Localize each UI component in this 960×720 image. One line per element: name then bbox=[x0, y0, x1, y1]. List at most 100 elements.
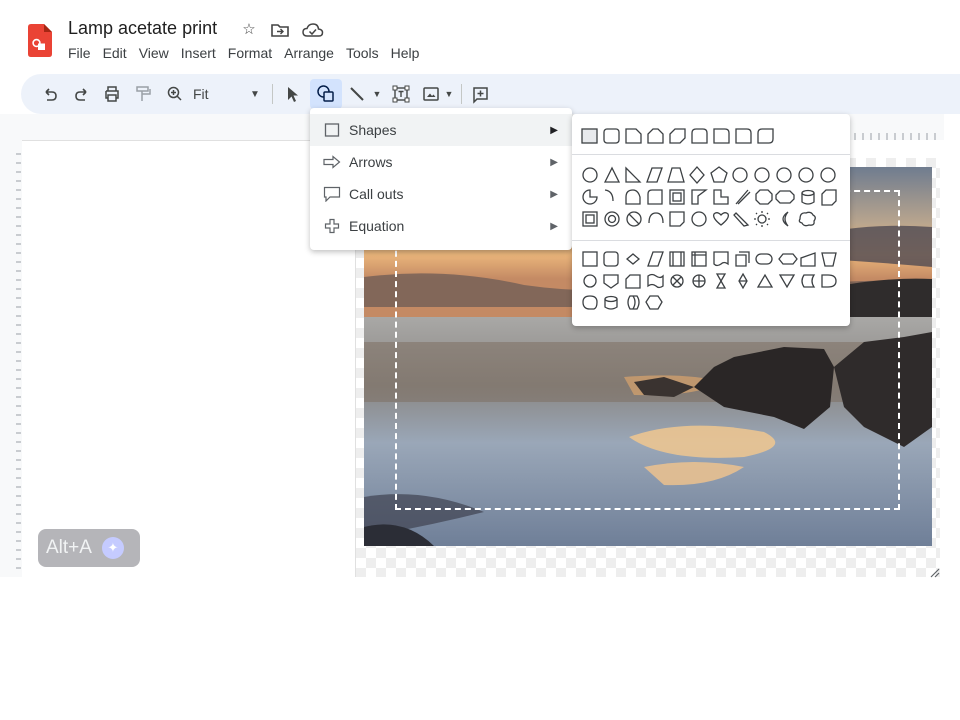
can-shape-icon[interactable] bbox=[801, 189, 815, 197]
menu-file[interactable]: File bbox=[68, 45, 91, 61]
flowchart-display-icon[interactable] bbox=[645, 295, 663, 310]
submenu-arrow-icon: ▶ bbox=[550, 220, 558, 232]
smiley-face-shape-icon[interactable] bbox=[691, 211, 707, 227]
diagonal-stripe-shape-icon[interactable] bbox=[735, 189, 751, 205]
round-diagonal-shape-icon[interactable] bbox=[757, 128, 774, 144]
zoom-icon[interactable] bbox=[164, 74, 184, 114]
flowchart-connector-icon[interactable] bbox=[583, 274, 597, 288]
menu-tools[interactable]: Tools bbox=[346, 45, 379, 61]
flowchart-terminator-icon[interactable] bbox=[755, 253, 773, 265]
menu-item-equation[interactable]: Equation ▶ bbox=[310, 210, 572, 242]
flowchart-alternate-process-icon[interactable] bbox=[603, 251, 619, 267]
flowchart-sort-icon[interactable] bbox=[738, 272, 748, 290]
select-icon[interactable] bbox=[280, 74, 304, 114]
flowchart-extract-icon[interactable] bbox=[756, 273, 774, 288]
redo-icon[interactable] bbox=[69, 74, 89, 114]
right-triangle-shape-icon[interactable] bbox=[625, 166, 642, 183]
snip-diagonal-shape-icon[interactable] bbox=[669, 128, 686, 144]
square-outline-icon bbox=[323, 122, 341, 138]
flowchart-merge-icon[interactable] bbox=[778, 274, 796, 289]
folded-corner-shape-icon[interactable] bbox=[669, 211, 685, 227]
donut-shape-icon[interactable] bbox=[604, 211, 620, 227]
heart-shape-icon[interactable] bbox=[713, 212, 729, 226]
pentagon-shape-icon[interactable] bbox=[710, 166, 728, 183]
decagon-shape-icon[interactable] bbox=[798, 167, 814, 183]
heptagon-shape-icon[interactable] bbox=[754, 167, 770, 183]
drawings-logo-icon[interactable] bbox=[28, 24, 52, 57]
flowchart-internal-storage-icon[interactable] bbox=[691, 251, 707, 267]
hexagon-shape-icon[interactable] bbox=[732, 167, 748, 183]
menu-arrange[interactable]: Arrange bbox=[284, 45, 334, 61]
flowchart-stored-data-icon[interactable] bbox=[801, 274, 816, 288]
move-to-folder-icon[interactable] bbox=[271, 22, 289, 38]
menu-format[interactable]: Format bbox=[228, 45, 272, 61]
flowchart-predefined-process-icon[interactable] bbox=[669, 251, 685, 267]
flowchart-document-icon[interactable] bbox=[713, 251, 729, 267]
pie-shape-icon[interactable] bbox=[582, 189, 598, 205]
alt-a-shortcut-badge[interactable]: Alt+A ✦ bbox=[38, 529, 140, 567]
parallelogram-shape-icon[interactable] bbox=[646, 167, 663, 183]
zoom-select[interactable]: Fit bbox=[193, 74, 233, 114]
sun-shape-icon[interactable] bbox=[757, 214, 767, 224]
teardrop-shape-icon[interactable] bbox=[625, 189, 641, 205]
menu-view[interactable]: View bbox=[139, 45, 169, 61]
dodecagon-shape-icon[interactable] bbox=[820, 167, 836, 183]
l-shape-icon[interactable] bbox=[713, 189, 729, 205]
flowchart-punched-tape-icon[interactable] bbox=[647, 273, 664, 289]
snip-corner-shape-icon[interactable] bbox=[625, 128, 642, 144]
menu-insert[interactable]: Insert bbox=[181, 45, 216, 61]
octagon-plaque-shape-icon[interactable] bbox=[775, 190, 795, 204]
block-arc-shape-icon[interactable] bbox=[648, 212, 664, 224]
flowchart-magnetic-disk-icon[interactable] bbox=[604, 295, 618, 303]
menu-item-shapes[interactable]: Shapes ▶ bbox=[310, 114, 572, 146]
cloud-saved-icon[interactable] bbox=[302, 22, 324, 38]
plaque-shape-icon[interactable] bbox=[755, 189, 773, 205]
round-single-corner-shape-icon[interactable] bbox=[735, 128, 752, 144]
bevel-shape-icon[interactable] bbox=[582, 211, 598, 227]
rounded-rectangle-shape-icon[interactable] bbox=[603, 128, 620, 144]
frame-shape-icon[interactable] bbox=[647, 189, 663, 205]
trapezoid-shape-icon[interactable] bbox=[667, 167, 685, 183]
flowchart-delay-icon[interactable] bbox=[821, 274, 837, 288]
flowchart-process-icon[interactable] bbox=[582, 251, 598, 267]
corner-shape-icon[interactable] bbox=[691, 189, 708, 205]
rectangle-shape-icon[interactable] bbox=[581, 128, 598, 144]
flowchart-card-icon[interactable] bbox=[625, 274, 641, 289]
lightning-bolt-shape-icon[interactable] bbox=[733, 212, 750, 227]
octagon-shape-icon[interactable] bbox=[776, 167, 792, 183]
flowchart-multidocument-icon[interactable] bbox=[735, 251, 750, 267]
round-corner-shape-icon[interactable] bbox=[713, 128, 730, 144]
triangle-shape-icon[interactable] bbox=[603, 166, 621, 183]
menu-item-label: Shapes bbox=[349, 122, 397, 138]
half-frame-shape-icon[interactable] bbox=[669, 189, 685, 205]
oval-shape-icon[interactable] bbox=[582, 167, 598, 183]
star-icon[interactable]: ☆ bbox=[239, 20, 259, 40]
menu-help[interactable]: Help bbox=[391, 45, 420, 61]
menu-edit[interactable]: Edit bbox=[103, 45, 127, 61]
shape-tool-button[interactable] bbox=[310, 79, 342, 109]
flowchart-data-icon[interactable] bbox=[647, 251, 664, 267]
menu-item-callouts[interactable]: Call outs ▶ bbox=[310, 178, 572, 210]
zoom-dropdown-icon[interactable]: ▼ bbox=[247, 74, 263, 114]
shape-icon bbox=[317, 85, 334, 102]
cube-shape-icon[interactable] bbox=[821, 189, 837, 206]
flowchart-manual-operation-icon[interactable] bbox=[821, 252, 837, 267]
paint-format-icon[interactable] bbox=[132, 74, 152, 114]
flowchart-preparation-icon[interactable] bbox=[778, 253, 798, 265]
flowchart-collate-icon[interactable] bbox=[715, 273, 727, 289]
chord-shape-icon[interactable] bbox=[604, 189, 614, 202]
undo-icon[interactable] bbox=[39, 74, 59, 114]
round-same-side-shape-icon[interactable] bbox=[691, 128, 708, 144]
document-title[interactable]: Lamp acetate print bbox=[68, 18, 217, 39]
flowchart-offpage-connector-icon[interactable] bbox=[603, 274, 619, 289]
flowchart-decision-icon[interactable] bbox=[625, 253, 641, 265]
snip-same-side-shape-icon[interactable] bbox=[647, 128, 664, 144]
resize-handle-icon[interactable] bbox=[928, 566, 940, 578]
flowchart-manual-input-icon[interactable] bbox=[800, 252, 816, 267]
menu-item-arrows[interactable]: Arrows ▶ bbox=[310, 146, 572, 178]
print-icon[interactable] bbox=[101, 74, 123, 114]
diamond-shape-icon[interactable] bbox=[689, 166, 705, 184]
flowchart-sequential-storage-icon[interactable] bbox=[582, 295, 598, 310]
cloud-shape-icon[interactable] bbox=[798, 211, 816, 227]
moon-shape-icon[interactable] bbox=[782, 211, 789, 227]
